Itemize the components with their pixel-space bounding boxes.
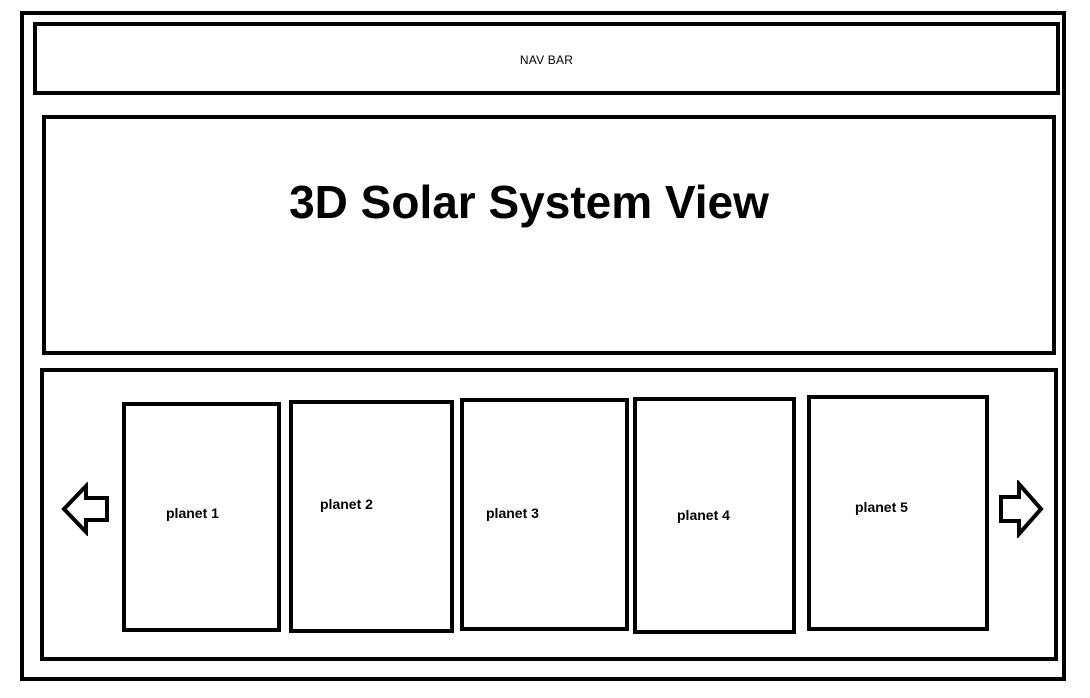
planet-card-3[interactable]: planet 3 [460,398,629,631]
planet-card-label: planet 2 [320,496,373,512]
planet-card-label: planet 5 [855,499,908,515]
planet-card-label: planet 3 [486,505,539,521]
planet-card-5[interactable]: planet 5 [807,395,989,631]
nav-bar-label: NAV BAR [519,53,574,67]
nav-bar[interactable]: NAV BAR [33,22,1060,95]
planet-card-4[interactable]: planet 4 [633,397,796,634]
viewport-title: 3D Solar System View [289,176,769,228]
planet-card-1[interactable]: planet 1 [122,402,281,632]
planet-card-label: planet 1 [166,505,219,521]
left-arrow-icon[interactable] [60,482,112,536]
solar-system-viewport[interactable]: 3D Solar System View [42,115,1056,355]
planet-card-label: planet 4 [677,507,730,523]
right-arrow-icon[interactable] [997,480,1045,538]
planet-card-2[interactable]: planet 2 [289,400,454,633]
